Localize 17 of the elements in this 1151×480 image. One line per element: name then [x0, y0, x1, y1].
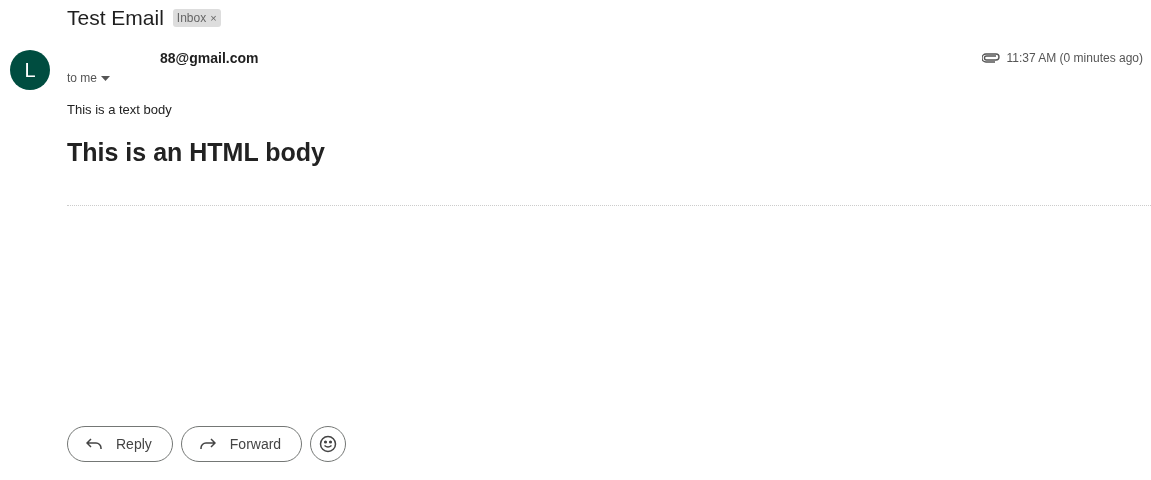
sender-email: 88@gmail.com: [160, 50, 259, 66]
forward-icon: [199, 438, 216, 450]
email-subject: Test Email: [67, 6, 164, 30]
text-body: This is a text body: [67, 102, 173, 117]
recipient-details-button[interactable]: to me: [67, 71, 110, 85]
received-time: 11:37 AM (0 minutes ago): [1006, 51, 1143, 65]
caret-icon: [101, 75, 110, 81]
reply-button[interactable]: Reply: [67, 426, 173, 462]
forward-button[interactable]: Forward: [180, 426, 303, 462]
emoji-reaction-button[interactable]: [310, 426, 347, 462]
sender-avatar: L: [10, 50, 50, 90]
inbox-label: Inbox ×: [172, 9, 221, 27]
html-body-heading: This is an HTML body: [67, 138, 326, 167]
remove-label-button[interactable]: ×: [210, 12, 217, 24]
reply-icon: [86, 438, 102, 450]
smiley-icon: [319, 435, 338, 453]
paperclip-icon: [982, 53, 1001, 63]
